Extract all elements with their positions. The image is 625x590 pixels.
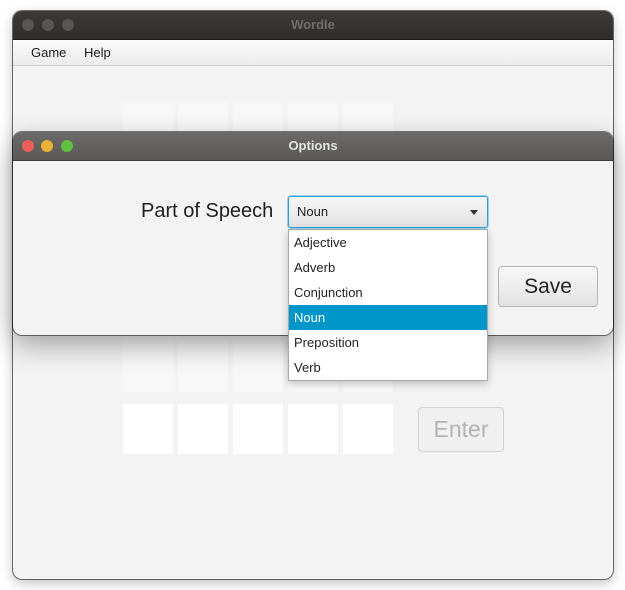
letter-tile[interactable] xyxy=(123,404,173,454)
dropdown-option-verb[interactable]: Verb xyxy=(289,355,487,380)
letter-tile[interactable] xyxy=(233,404,283,454)
dropdown-option-conjunction[interactable]: Conjunction xyxy=(289,280,487,305)
menu-game[interactable]: Game xyxy=(31,40,66,65)
dropdown-option-preposition[interactable]: Preposition xyxy=(289,330,487,355)
dropdown-option-adverb[interactable]: Adverb xyxy=(289,255,487,280)
letter-tile[interactable] xyxy=(178,404,228,454)
menu-bar: Game Help xyxy=(13,40,613,66)
letter-tile xyxy=(233,342,283,392)
enter-button[interactable]: Enter xyxy=(418,407,504,452)
dropdown-option-noun[interactable]: Noun xyxy=(289,305,487,330)
letter-tile[interactable] xyxy=(288,404,338,454)
window-title: Wordle xyxy=(291,17,335,32)
part-of-speech-select[interactable]: Noun xyxy=(288,196,488,228)
part-of-speech-dropdown: Adjective Adverb Conjunction Noun Prepos… xyxy=(288,229,488,381)
letter-tile[interactable] xyxy=(343,404,393,454)
letter-tile xyxy=(178,342,228,392)
window-titlebar[interactable]: Wordle xyxy=(13,11,613,40)
dialog-title: Options xyxy=(288,138,338,153)
part-of-speech-label: Part of Speech xyxy=(141,200,274,222)
select-current-value: Noun xyxy=(297,204,329,219)
save-button[interactable]: Save xyxy=(498,266,598,307)
dialog-titlebar[interactable]: Options xyxy=(13,132,613,161)
menu-help[interactable]: Help xyxy=(84,40,111,65)
chevron-down-icon xyxy=(470,210,478,215)
dropdown-option-adjective[interactable]: Adjective xyxy=(289,230,487,255)
letter-tile xyxy=(123,342,173,392)
